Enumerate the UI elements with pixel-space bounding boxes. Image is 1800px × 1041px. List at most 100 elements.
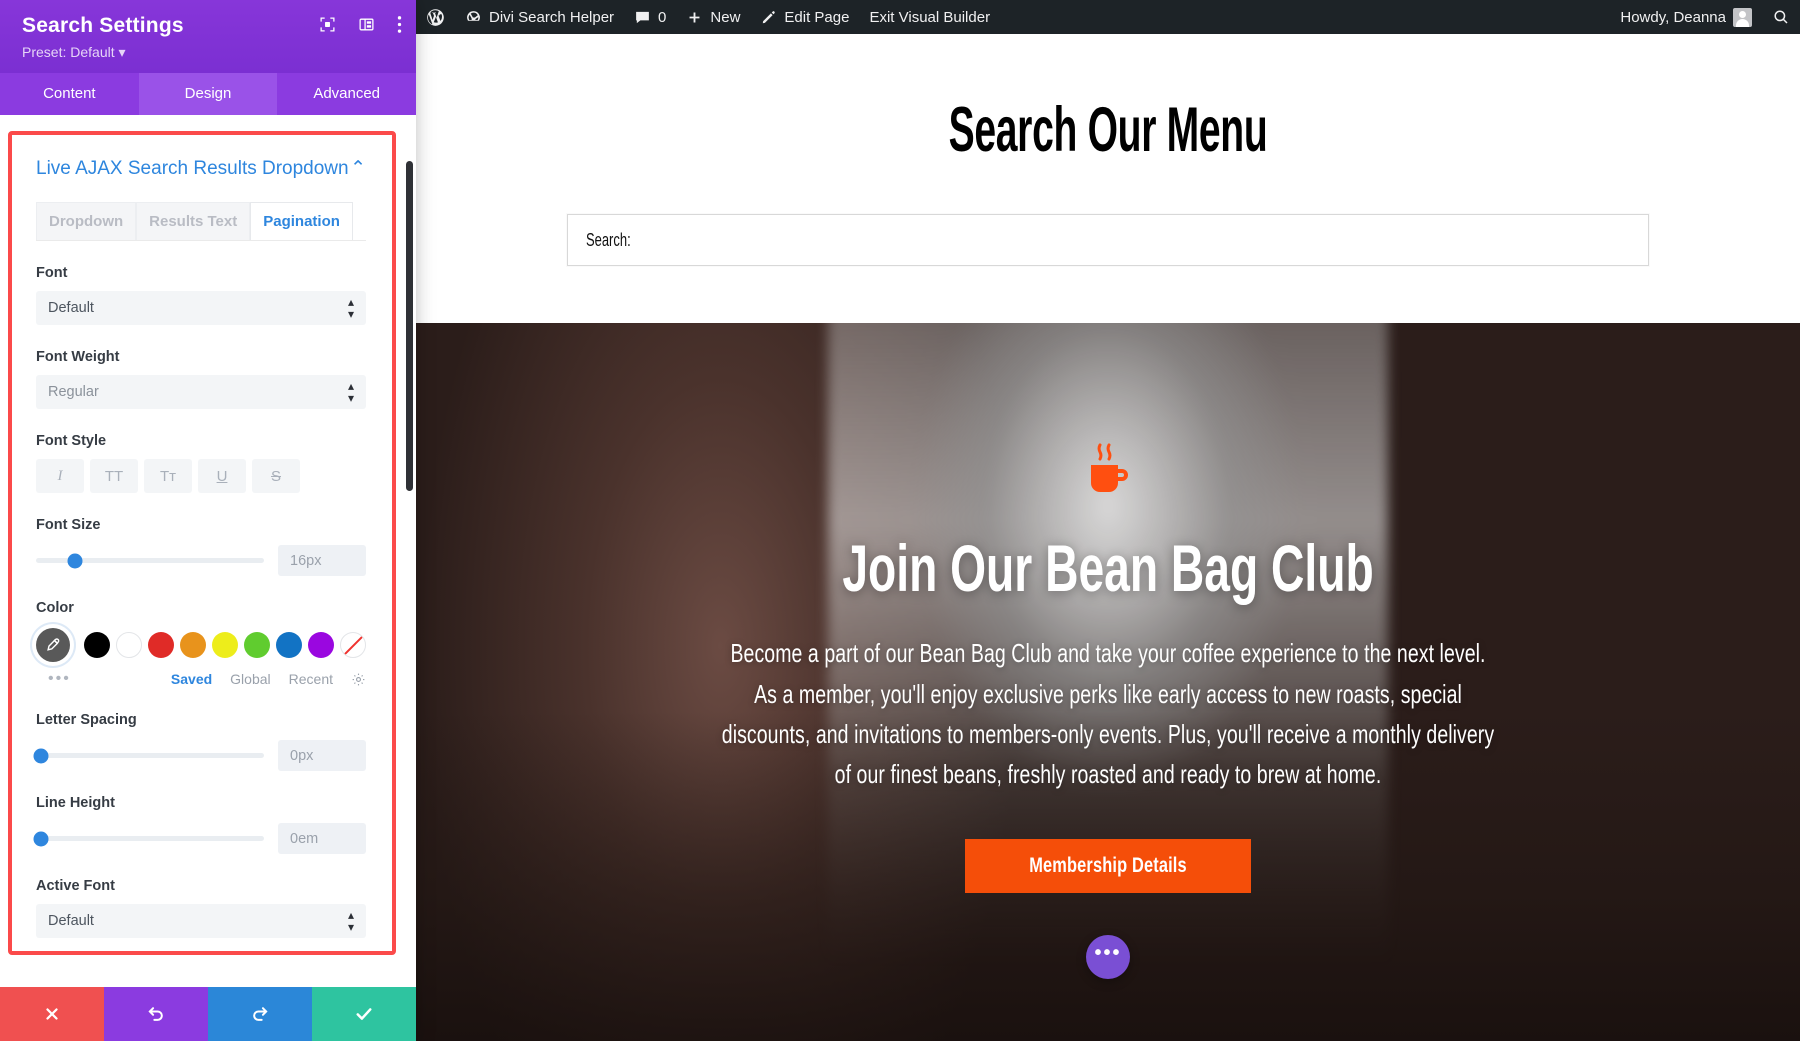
letter-spacing-slider-knob[interactable] <box>33 748 49 763</box>
font-label: Font <box>36 265 68 281</box>
settings-scroll-area: Live AJAX Search Results Dropdown ⌃ Drop… <box>12 135 392 951</box>
field-font-size: Font Size 16px <box>36 517 366 576</box>
chevron-down-icon: ▾ <box>118 44 126 60</box>
preset-selector[interactable]: Preset: Default ▾ <box>22 44 398 61</box>
admin-bar-left: Divi Search Helper 0 New Edit Page Exit … <box>416 0 1000 34</box>
color-source-links: Saved Global Recent <box>171 671 366 687</box>
recent-colors-link[interactable]: Recent <box>289 671 333 687</box>
active-font-select[interactable]: Default ▴ ▾ <box>36 904 366 938</box>
search-form: Search: <box>567 214 1649 267</box>
subtab-results-text[interactable]: Results Text <box>136 202 251 240</box>
save-button[interactable] <box>312 987 416 1041</box>
account-menu[interactable]: Howdy, Deanna <box>1610 0 1762 34</box>
line-height-value[interactable]: 0em <box>278 823 366 854</box>
color-picker-button[interactable] <box>36 628 70 662</box>
search-input[interactable]: Search: <box>567 214 1649 267</box>
font-size-value[interactable]: 16px <box>278 545 366 576</box>
letter-spacing-value[interactable]: 0px <box>278 740 366 771</box>
module-settings-modal: Search Settings Preset: Default ▾ Conten… <box>0 0 416 1041</box>
eyedropper-icon <box>45 637 62 654</box>
swatch-purple[interactable] <box>308 632 334 658</box>
swatch-black[interactable] <box>84 632 110 658</box>
underline-button[interactable]: U <box>198 459 246 493</box>
site-name-button[interactable]: Divi Search Helper <box>455 0 624 34</box>
active-font-select-value: Default <box>48 913 94 929</box>
more-colors-icon[interactable]: ••• <box>36 670 71 688</box>
page-title: Search Our Menu <box>948 95 1268 165</box>
settings-scrollbar[interactable] <box>406 161 413 491</box>
font-size-slider-knob[interactable] <box>67 553 83 568</box>
target-icon[interactable] <box>319 16 336 33</box>
font-size-slider[interactable] <box>36 553 264 568</box>
font-select[interactable]: Default ▴ ▾ <box>36 291 366 325</box>
field-color: Color ••• Saved Global Recent <box>36 600 366 688</box>
swatch-green[interactable] <box>244 632 270 658</box>
comments-button[interactable]: 0 <box>624 0 676 34</box>
font-weight-select-value: Regular <box>48 384 99 400</box>
page-preview: Divi Search Helper 0 New Edit Page Exit … <box>416 0 1800 1041</box>
field-font-style: Font Style I TT Tт U S <box>36 433 366 493</box>
search-section: Search Our Menu Search: <box>416 34 1800 323</box>
exit-visual-builder-label: Exit Visual Builder <box>869 8 991 26</box>
more-horizontal-icon: ••• <box>1094 941 1122 964</box>
comments-count: 0 <box>658 8 667 26</box>
font-size-label: Font Size <box>36 517 101 533</box>
line-height-slider-knob[interactable] <box>33 831 49 846</box>
site-name-label: Divi Search Helper <box>489 8 615 26</box>
tab-content[interactable]: Content <box>0 73 139 115</box>
saved-colors-link[interactable]: Saved <box>171 671 212 687</box>
layout-columns-icon[interactable] <box>358 16 375 33</box>
wp-admin-bar: Divi Search Helper 0 New Edit Page Exit … <box>416 0 1800 34</box>
undo-button[interactable] <box>104 987 208 1041</box>
select-arrows-icon: ▴ ▾ <box>347 379 354 405</box>
avatar <box>1733 7 1752 27</box>
cancel-button[interactable] <box>0 987 104 1041</box>
chevron-up-icon: ⌃ <box>350 158 366 179</box>
preset-label: Preset: Default <box>22 44 115 60</box>
swatch-none[interactable] <box>340 632 366 658</box>
line-height-slider[interactable] <box>33 831 264 846</box>
settings-body: Live AJAX Search Results Dropdown ⌃ Drop… <box>0 115 416 987</box>
admin-bar-right: Howdy, Deanna <box>1610 0 1800 34</box>
toggle-title-label: Live AJAX Search Results Dropdown <box>36 157 349 179</box>
field-line-height: Line Height 0em <box>33 795 366 854</box>
active-font-label: Active Font <box>36 878 115 894</box>
more-vertical-icon[interactable] <box>397 15 402 34</box>
edit-page-button[interactable]: Edit Page <box>750 0 859 34</box>
page-settings-fab[interactable]: ••• <box>1086 935 1130 979</box>
admin-search-button[interactable] <box>1762 0 1800 34</box>
select-arrows-icon: ▴ ▾ <box>347 295 354 321</box>
uppercase-button[interactable]: TT <box>90 459 138 493</box>
strikethrough-button[interactable]: S <box>252 459 300 493</box>
hero-section: Join Our Bean Bag Club Become a part of … <box>416 323 1800 1041</box>
hero-paragraph: Become a part of our Bean Bag Club and t… <box>721 638 1495 790</box>
subtab-pagination[interactable]: Pagination <box>250 202 353 240</box>
font-weight-select[interactable]: Regular ▴ ▾ <box>36 375 366 409</box>
toggle-live-ajax-dropdown[interactable]: Live AJAX Search Results Dropdown ⌃ <box>36 157 366 180</box>
subtab-dropdown[interactable]: Dropdown <box>36 202 137 240</box>
new-content-button[interactable]: New <box>676 0 750 34</box>
swatch-red[interactable] <box>148 632 174 658</box>
global-colors-link[interactable]: Global <box>230 671 270 687</box>
font-weight-label: Font Weight <box>36 349 120 365</box>
membership-details-label: Membership Details <box>1029 854 1187 878</box>
dashboard-icon <box>465 9 482 26</box>
swatch-orange[interactable] <box>180 632 206 658</box>
tab-design[interactable]: Design <box>138 73 278 115</box>
gear-icon[interactable] <box>351 672 366 687</box>
check-icon <box>354 1004 374 1024</box>
membership-details-button[interactable]: Membership Details <box>965 839 1251 894</box>
color-swatches <box>36 628 366 662</box>
tab-advanced[interactable]: Advanced <box>277 73 416 115</box>
letter-spacing-slider[interactable] <box>33 748 264 763</box>
swatch-white[interactable] <box>116 632 142 658</box>
wp-logo-button[interactable] <box>416 0 455 34</box>
exit-visual-builder-button[interactable]: Exit Visual Builder <box>859 0 1000 34</box>
swatch-yellow[interactable] <box>212 632 238 658</box>
redo-button[interactable] <box>208 987 312 1041</box>
field-font: Font Default ▴ ▾ <box>36 265 366 325</box>
hero-heading: Join Our Bean Bag Club <box>842 531 1374 605</box>
smallcaps-button[interactable]: Tт <box>144 459 192 493</box>
italic-button[interactable]: I <box>36 459 84 493</box>
swatch-blue[interactable] <box>276 632 302 658</box>
